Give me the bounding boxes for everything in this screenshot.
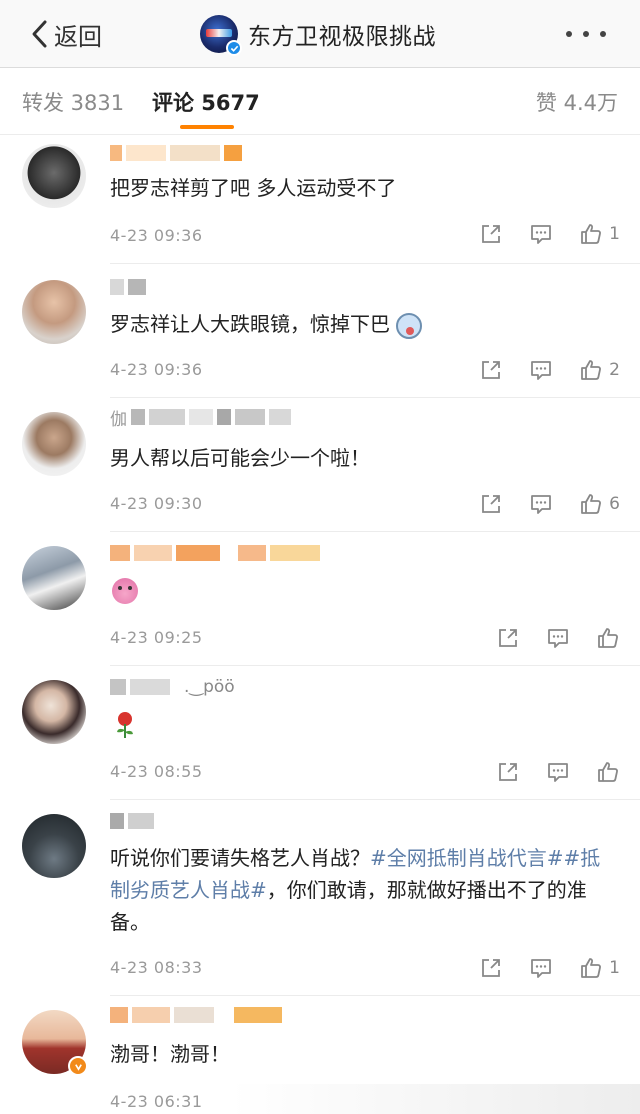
back-button[interactable]: 返回	[30, 14, 102, 54]
share-button[interactable]	[479, 222, 503, 246]
share-button[interactable]	[479, 492, 503, 516]
rose-emoji-icon	[117, 712, 133, 738]
account-avatar[interactable]	[200, 15, 242, 56]
navigation-bar: 返回 东方卫视极限挑战	[0, 0, 640, 68]
username-blurred[interactable]	[110, 142, 242, 164]
comment-timestamp: 4-23 06:31	[110, 1092, 203, 1111]
thumbs-up-icon	[581, 360, 602, 380]
more-dot-icon	[600, 31, 606, 37]
comment-text: 把罗志祥剪了吧 多人运动受不了	[110, 176, 397, 200]
comment-text: 渤哥！渤哥！	[110, 1042, 230, 1066]
thumbs-up-icon	[581, 494, 602, 514]
comment-icon	[548, 629, 568, 648]
like-button[interactable]: 2	[579, 358, 620, 382]
thumbs-up-icon	[598, 762, 618, 782]
tab-repost[interactable]: 转发 3831	[22, 87, 124, 117]
tab-bar: 转发 3831 评论 5677 赞 4.4万	[0, 69, 640, 135]
avatar[interactable]	[22, 144, 86, 208]
comment-text: 听说你们要请失格艺人肖战？#全网抵制肖战代言##抵制劣质艺人肖战#，你们敢请，那…	[110, 842, 615, 938]
comment-text: 男人帮以后可能会少一个啦！	[110, 446, 370, 470]
tab-comment[interactable]: 评论 5677	[152, 87, 260, 117]
comment-timestamp: 4-23 09:25	[110, 628, 203, 647]
like-count: 2	[609, 360, 620, 380]
comment-item: 罗志祥让人大跌眼镜，惊掉下巴 4-23 09:36 2	[0, 264, 640, 398]
comment-text: 罗志祥让人大跌眼镜，惊掉下巴	[110, 308, 615, 340]
more-dot-icon	[566, 31, 572, 37]
verified-badge-icon	[226, 40, 242, 56]
share-icon	[482, 495, 501, 513]
comment-text-content: 听说你们要请失格艺人肖战？	[110, 846, 370, 870]
comment-icon	[531, 361, 552, 380]
comment-icon	[548, 763, 568, 782]
like-button[interactable]: 1	[579, 222, 620, 246]
share-icon	[499, 763, 517, 781]
share-button[interactable]	[479, 956, 503, 980]
comment-timestamp: 4-23 09:36	[110, 226, 203, 245]
avatar[interactable]	[22, 412, 86, 476]
comment-item: 4-23 09:25	[0, 532, 640, 666]
reply-button[interactable]	[546, 760, 570, 784]
reply-button[interactable]	[529, 222, 553, 246]
like-count: 1	[609, 958, 620, 978]
hashtag-link[interactable]: #全网抵制肖战代言#	[370, 846, 564, 870]
reply-button[interactable]	[529, 358, 553, 382]
avatar[interactable]	[22, 680, 86, 744]
like-button[interactable]: 6	[579, 492, 620, 516]
verified-badge-icon	[68, 1056, 88, 1076]
tab-like[interactable]: 赞 4.4万	[536, 87, 618, 117]
comment-icon	[531, 225, 552, 244]
username-blurred[interactable]	[110, 276, 146, 298]
avatar[interactable]	[22, 814, 86, 878]
username-fragment: .‿pöö	[184, 677, 235, 697]
comment-timestamp: 4-23 09:30	[110, 494, 203, 513]
back-label: 返回	[54, 22, 102, 51]
reply-button[interactable]	[546, 626, 570, 650]
comment-icon	[531, 959, 552, 978]
thumbs-up-icon	[581, 224, 602, 244]
comment-item: 把罗志祥剪了吧 多人运动受不了 4-23 09:36 1	[0, 136, 640, 264]
share-button[interactable]	[496, 760, 520, 784]
comment-timestamp: 4-23 08:55	[110, 762, 203, 781]
share-icon	[482, 959, 501, 977]
active-tab-indicator	[180, 125, 234, 129]
username-blurred[interactable]: .‿pöö	[110, 676, 235, 698]
thumbs-up-icon	[581, 958, 602, 978]
comment-item: .‿pöö 4-23 08:55	[0, 666, 640, 800]
username-blurred[interactable]	[110, 542, 320, 564]
reply-button[interactable]	[529, 956, 553, 980]
like-count: 1	[609, 224, 620, 244]
comment-item: 伽 男人帮以后可能会少一个啦！ 4-23 09:30 6	[0, 398, 640, 532]
like-button[interactable]	[596, 760, 620, 784]
share-icon	[482, 225, 501, 243]
shocked-emoji-icon	[396, 312, 423, 339]
like-button[interactable]: 1	[579, 956, 620, 980]
bird-emoji-icon	[112, 578, 138, 604]
comment-text-content: 罗志祥让人大跌眼镜，惊掉下巴	[110, 312, 390, 336]
thumbs-up-icon	[598, 628, 618, 648]
account-header[interactable]: 东方卫视极限挑战	[200, 14, 436, 56]
share-button[interactable]	[496, 626, 520, 650]
comment-icon	[531, 495, 552, 514]
username-fragment: 伽	[110, 409, 127, 430]
more-dot-icon	[583, 31, 589, 37]
share-icon	[482, 361, 501, 379]
page-title: 东方卫视极限挑战	[248, 24, 436, 50]
like-count: 6	[609, 494, 620, 514]
comment-timestamp: 4-23 09:36	[110, 360, 203, 379]
avatar[interactable]	[22, 546, 86, 610]
share-icon	[499, 629, 517, 647]
like-button[interactable]	[596, 626, 620, 650]
comment-item: 听说你们要请失格艺人肖战？#全网抵制肖战代言##抵制劣质艺人肖战#，你们敢请，那…	[0, 800, 640, 996]
share-button[interactable]	[479, 358, 503, 382]
chevron-left-icon	[32, 20, 47, 48]
username-blurred[interactable]: 伽	[110, 406, 291, 430]
reply-button[interactable]	[529, 492, 553, 516]
avatar[interactable]	[22, 280, 86, 344]
watermark-overlay	[230, 1084, 640, 1114]
username-blurred[interactable]	[110, 1004, 282, 1026]
more-options-button[interactable]	[566, 26, 606, 42]
comment-timestamp: 4-23 08:33	[110, 958, 203, 977]
username-blurred[interactable]	[110, 810, 154, 832]
